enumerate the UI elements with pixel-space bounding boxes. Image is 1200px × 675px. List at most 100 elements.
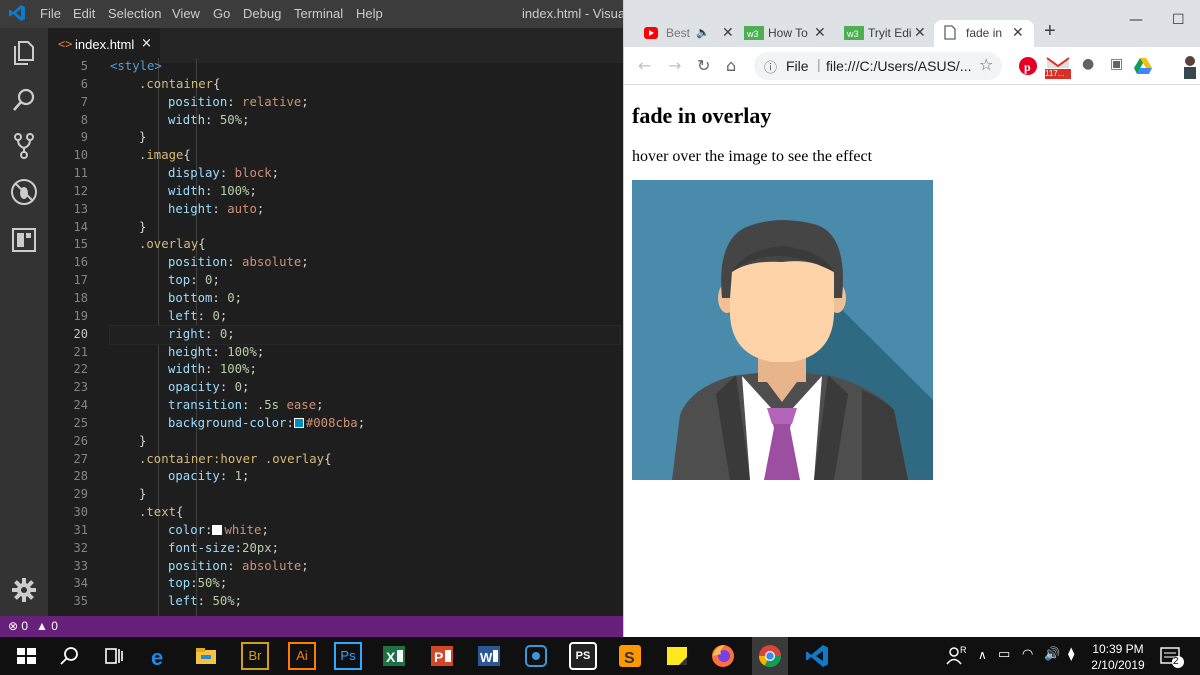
tab-youtube[interactable]: Best 🔈 ✕ [636, 20, 736, 47]
powerpoint-icon[interactable]: P [428, 642, 456, 670]
tab-fade-in[interactable]: fade in ✕ [934, 20, 1034, 47]
code-line[interactable]: .image{ [110, 147, 620, 165]
errors-status[interactable]: ⊗ 0 [8, 619, 28, 633]
color-swatch[interactable] [212, 524, 223, 535]
forward-arrow-icon[interactable]: → [668, 56, 681, 75]
code-line[interactable]: transition: .5s ease; [110, 397, 620, 415]
excel-icon[interactable]: X [380, 642, 408, 670]
vscode-icon[interactable] [803, 642, 831, 670]
code-line[interactable]: top: 0; [110, 272, 620, 290]
code-line[interactable]: bottom: 0; [110, 290, 620, 308]
info-icon[interactable]: ⓘ [764, 57, 777, 76]
menu-go[interactable]: Go [213, 6, 230, 21]
code-line[interactable]: <style> [110, 58, 620, 76]
profile-avatar[interactable] [1180, 53, 1200, 79]
extensions-icon[interactable] [8, 224, 40, 256]
settings-gear-icon[interactable] [8, 574, 40, 606]
debug-icon[interactable] [8, 176, 40, 208]
code-line[interactable]: .text{ [110, 504, 620, 522]
tab-close-icon[interactable]: ✕ [722, 24, 734, 41]
volume-icon[interactable]: 🔊 [1044, 647, 1060, 662]
code-line[interactable]: top:50%; [110, 575, 620, 593]
tab-close-button[interactable]: × [141, 36, 152, 51]
photoshop-icon[interactable]: Ps [334, 642, 362, 670]
back-arrow-icon[interactable]: ← [638, 56, 651, 75]
sticky-notes-icon[interactable] [663, 642, 691, 670]
code-line[interactable]: height: auto; [110, 201, 620, 219]
file-explorer-icon[interactable] [192, 642, 220, 670]
menu-selection[interactable]: Selection [108, 6, 161, 21]
code-line[interactable]: position: absolute; [110, 558, 620, 576]
code-line[interactable]: width: 50%; [110, 112, 620, 130]
code-line[interactable]: font-size:20px; [110, 540, 620, 558]
edge-icon[interactable]: e [146, 642, 174, 670]
address-bar[interactable]: ⓘ File | file:///C:/Users/ASUS/... [754, 52, 1002, 80]
code-line[interactable]: background-color: #008cba; [110, 415, 620, 433]
source-control-icon[interactable] [8, 130, 40, 162]
tab-tryit[interactable]: w3 Tryit Edi ✕ [836, 20, 936, 47]
code-line[interactable]: .container{ [110, 76, 620, 94]
bridge-icon[interactable]: Br [241, 642, 269, 670]
reload-icon[interactable]: ↻ [697, 56, 710, 75]
taskbar-clock[interactable]: 10:39 PM 2/10/2019 [1090, 641, 1146, 673]
search-icon[interactable] [8, 84, 40, 116]
people-icon[interactable]: R [942, 642, 970, 670]
warnings-status[interactable]: ▲ 0 [36, 619, 58, 633]
menu-view[interactable]: View [172, 6, 200, 21]
illustrator-icon[interactable]: Ai [288, 642, 316, 670]
explorer-icon[interactable] [8, 36, 40, 68]
code-line[interactable]: left: 50%; [110, 593, 620, 611]
code-line[interactable]: } [110, 433, 620, 451]
code-line[interactable]: left: 0; [110, 308, 620, 326]
home-icon[interactable]: ⌂ [726, 56, 736, 75]
camera-extension-icon[interactable]: ▣ [1110, 56, 1123, 72]
menu-debug[interactable]: Debug [243, 6, 281, 21]
code-line[interactable]: right: 0; [109, 324, 621, 345]
code-line[interactable]: position: relative; [110, 94, 620, 112]
word-icon[interactable]: W [475, 642, 503, 670]
code-line[interactable]: height: 100%; [110, 344, 620, 362]
maximize-button[interactable]: ☐ [1172, 12, 1185, 28]
firefox-icon[interactable] [709, 642, 737, 670]
chrome-icon[interactable] [756, 642, 784, 670]
tab-close-icon[interactable]: ✕ [1012, 24, 1024, 41]
code-line[interactable]: width: 100%; [110, 361, 620, 379]
network-app-icon[interactable] [522, 642, 550, 670]
pinterest-icon[interactable]: p [1019, 57, 1037, 75]
new-tab-button[interactable]: + [1044, 20, 1056, 47]
tab-close-icon[interactable]: ✕ [914, 24, 926, 41]
code-line[interactable]: } [110, 219, 620, 237]
menu-file[interactable]: File [40, 6, 61, 21]
code-line[interactable]: position: absolute; [110, 254, 620, 272]
tab-close-icon[interactable]: ✕ [814, 24, 826, 41]
search-icon[interactable] [55, 642, 83, 670]
tray-chevron-up-icon[interactable]: ∧ [978, 648, 987, 662]
code-editor[interactable]: 5 6 7 8 9 10 11 12 13 14 15 16 17 18 19 20 21 22 23 24 25 26 2… [48, 58, 623, 616]
wifi-icon[interactable]: ◠ [1022, 647, 1033, 662]
menu-edit[interactable]: Edit [73, 6, 95, 21]
code-line[interactable]: } [110, 129, 620, 147]
windows-start-icon[interactable] [12, 642, 40, 670]
action-center-icon[interactable] [1160, 646, 1184, 668]
battery-icon[interactable]: ▭ [998, 647, 1010, 662]
task-view-icon[interactable] [100, 642, 128, 670]
phpstorm-icon[interactable]: PS [569, 642, 597, 670]
google-drive-icon[interactable] [1134, 58, 1152, 74]
code-line[interactable]: display: block; [110, 165, 620, 183]
menu-help[interactable]: Help [356, 6, 383, 21]
code-line[interactable]: width: 100%; [110, 183, 620, 201]
tab-how-to[interactable]: w3 How To ✕ [736, 20, 836, 47]
businessman-avatar-image[interactable] [632, 180, 933, 480]
code-line[interactable]: opacity: 1; [110, 468, 620, 486]
code-lines[interactable]: <style> .container{position: relative; wid… [109, 58, 621, 611]
bulb-extension-icon[interactable]: ● [1082, 56, 1094, 72]
menu-terminal[interactable]: Terminal [294, 6, 343, 21]
sublime-icon[interactable]: S [616, 642, 644, 670]
color-swatch[interactable] [293, 417, 304, 428]
code-line[interactable]: opacity: 0; [110, 379, 620, 397]
code-line[interactable]: } [110, 486, 620, 504]
code-line[interactable]: .overlay{ [110, 236, 620, 254]
dropbox-icon[interactable]: ⧫ [1068, 647, 1074, 662]
bookmark-star-icon[interactable]: ☆ [979, 55, 993, 74]
minimize-button[interactable]: — [1129, 12, 1143, 28]
